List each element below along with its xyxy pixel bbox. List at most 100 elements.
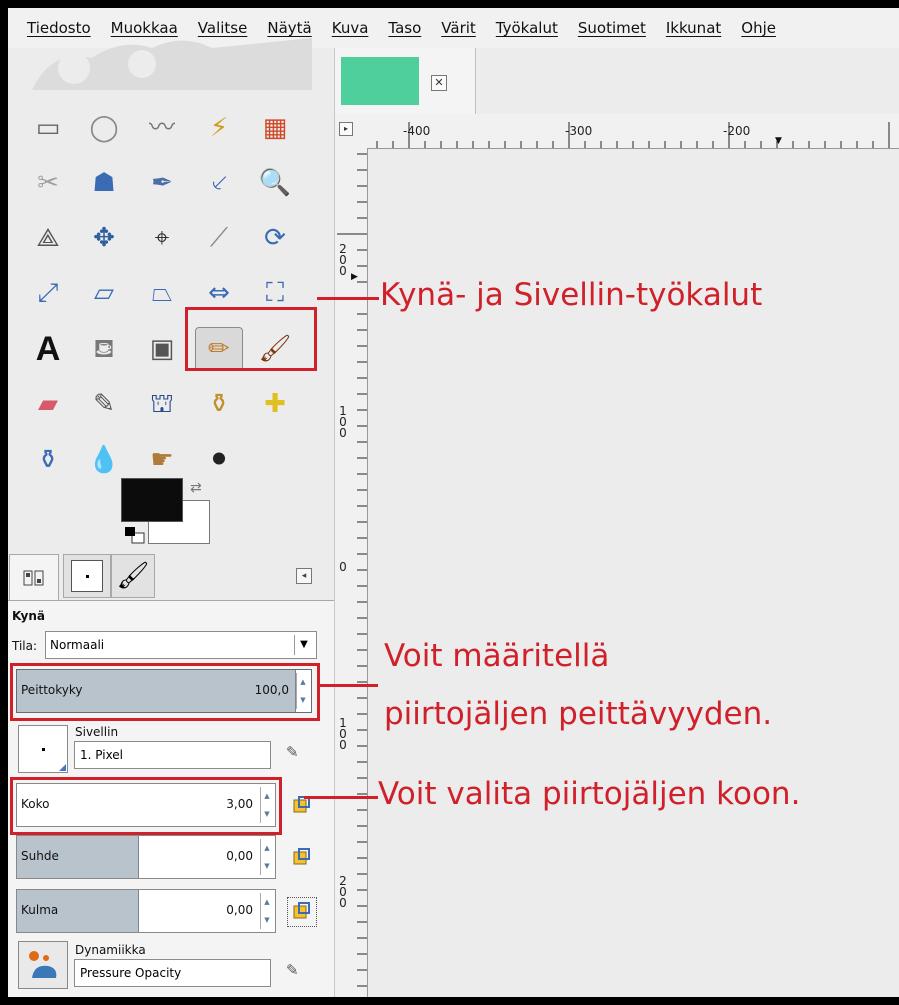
tool-perspective-icon[interactable]: ⏢	[142, 273, 182, 313]
menu-tyokalut[interactable]: Työkalut	[496, 19, 558, 37]
tool-fuzzy-select-icon[interactable]: ⚡	[199, 108, 239, 148]
tool-foreground-select-icon[interactable]: ☗	[84, 163, 124, 203]
toolbox: ▭ ◯ 〰 ⚡ ▦ ✂ ☗ ✒ ⸔ 🔍 ⟁ ✥ ⌖ ⟋ ⟳ ⤢ ▱ ⏢ ⇔ ⛶ A ⛾ ▣ ✏ 🖌 ▰ ✎ ⛫ ⚱ ✚ ⚱ 💧 ☛ ⚫ ⇄	[8, 38, 335, 997]
tool-bucket-fill-icon[interactable]: ⛾	[84, 329, 124, 369]
pointer-position-marker: ▼	[775, 136, 782, 146]
tool-eraser-icon[interactable]: ▰	[28, 384, 68, 424]
tool-heal-icon[interactable]: ✚	[255, 384, 295, 424]
default-colors-icon[interactable]	[124, 526, 146, 544]
dynamics-label: Dynamiikka	[75, 943, 146, 957]
ruler-label: -400	[403, 124, 431, 138]
tool-crop-icon[interactable]: ⟋	[199, 218, 239, 258]
dynamics-name-value: Pressure Opacity	[80, 966, 182, 980]
edit-dynamics-icon[interactable]: ✎	[286, 961, 306, 981]
dynamics-name-field[interactable]: Pressure Opacity	[74, 959, 271, 987]
size-annotation: Voit valita piirtojäljen koon.	[378, 776, 801, 812]
swap-colors-icon[interactable]: ⇄	[190, 480, 202, 496]
menu-taso[interactable]: Taso	[388, 19, 421, 37]
dock-menu-icon[interactable]: ◂	[296, 568, 312, 584]
tool-zoom-icon[interactable]: 🔍	[255, 163, 295, 203]
tool-smudge-icon[interactable]: ☛	[142, 440, 182, 480]
reset-angle-icon[interactable]	[287, 897, 317, 927]
pointer-position-marker: ▶	[351, 272, 358, 282]
tools-annotation: Kynä- ja Sivellin-työkalut	[380, 277, 763, 313]
tool-options-panel: Kynä Tila: Normaali ▼ Peittokyky 100,0 ▲…	[8, 600, 334, 997]
aspect-slider[interactable]: Suhde 0,00 ▲ ▼	[16, 835, 276, 879]
tab-tool-options[interactable]	[9, 554, 59, 600]
close-icon[interactable]: ✕	[431, 75, 447, 91]
horizontal-ruler[interactable]: ▸ -400 -300 -200 ▼	[335, 114, 899, 149]
dynamics-icon	[29, 951, 57, 978]
tool-scale-icon[interactable]: ⤢	[28, 273, 68, 313]
menu-tiedosto[interactable]: Tiedosto	[27, 19, 91, 37]
menu-ikkunat[interactable]: Ikkunat	[666, 19, 721, 37]
size-callout-line	[304, 796, 378, 799]
brush-name-value: 1. Pixel	[80, 748, 124, 762]
ruler-label: 200	[339, 874, 347, 910]
brush-corner-icon	[59, 764, 66, 771]
tab-paintbrush-icon[interactable]: 🖌	[111, 554, 155, 598]
angle-value: 0,00	[226, 903, 253, 917]
tool-blend-icon[interactable]: ▣	[142, 329, 182, 369]
angle-slider[interactable]: Kulma 0,00 ▲ ▼	[16, 889, 276, 933]
tool-dodge-burn-icon[interactable]: ⚫	[199, 440, 239, 480]
menu-varit[interactable]: Värit	[441, 19, 476, 37]
tool-clone-icon[interactable]: ⚱	[199, 384, 239, 424]
menu-ohje[interactable]: Ohje	[741, 19, 776, 37]
menu-valitse[interactable]: Valitse	[198, 19, 248, 37]
tab-brushes[interactable]	[63, 554, 111, 598]
tool-blur-sharpen-icon[interactable]: 💧	[84, 440, 124, 480]
tool-ellipse-select-icon[interactable]: ◯	[84, 108, 124, 148]
image-thumbnail	[341, 57, 419, 105]
opacity-annotation-line1: Voit määritellä	[384, 638, 610, 674]
tool-rotate-icon[interactable]: ⟳	[255, 218, 295, 258]
ruler-label: 200	[339, 242, 347, 278]
tool-options-title: Kynä	[12, 609, 45, 623]
tool-free-select-icon[interactable]: 〰	[142, 108, 182, 148]
tool-shear-icon[interactable]: ▱	[84, 273, 124, 313]
menu-muokkaa[interactable]: Muokkaa	[111, 19, 178, 37]
tool-scissors-select-icon[interactable]: ✂	[28, 163, 68, 203]
tool-airbrush-icon[interactable]: ✎	[84, 384, 124, 424]
ruler-label: -200	[723, 124, 751, 138]
tool-color-select-icon[interactable]: ▦	[255, 108, 295, 148]
brush-dot-icon	[41, 747, 45, 751]
vertical-ruler[interactable]: 200 ▶ 100 0 100 200	[335, 148, 368, 997]
tool-perspective-clone-icon[interactable]: ⚱	[28, 440, 68, 480]
opacity-annotation-line2: piirtojäljen peittävyyden.	[384, 696, 773, 732]
brush-preview-button[interactable]	[18, 725, 68, 773]
tool-align-icon[interactable]: ⌖	[142, 218, 182, 258]
aspect-spinner[interactable]: ▲ ▼	[260, 839, 273, 875]
ruler-label: 100	[339, 716, 347, 752]
angle-label: Kulma	[21, 903, 59, 917]
tool-move-icon[interactable]: ✥	[84, 218, 124, 258]
edit-brush-icon[interactable]: ✎	[286, 743, 306, 763]
ruler-label: 100	[339, 404, 347, 440]
angle-spinner[interactable]: ▲ ▼	[260, 893, 273, 929]
dock-tabs: 🖌 ◂	[8, 554, 334, 600]
aspect-label: Suhde	[21, 849, 59, 863]
brush-label: Sivellin	[75, 725, 119, 739]
menu-nayta[interactable]: Näytä	[267, 19, 311, 37]
aspect-value: 0,00	[226, 849, 253, 863]
paintbrush-tab-icon: 🖌	[116, 561, 150, 591]
menu-suotimet[interactable]: Suotimet	[578, 19, 646, 37]
menu-kuva[interactable]: Kuva	[332, 19, 369, 37]
tools-callout-line	[317, 297, 379, 300]
chevron-down-icon: ▼	[294, 635, 313, 655]
reset-aspect-icon[interactable]	[291, 847, 313, 869]
tool-measure-icon[interactable]: ⟁	[28, 218, 68, 258]
dynamics-button[interactable]	[18, 941, 68, 989]
opacity-callout-line	[320, 684, 378, 687]
tool-color-picker-icon[interactable]: ⸔	[199, 163, 239, 203]
mode-select[interactable]: Normaali ▼	[45, 631, 317, 659]
foreground-color-swatch[interactable]	[121, 478, 183, 522]
brush-name-field[interactable]: 1. Pixel	[74, 741, 271, 769]
size-highlight-box	[10, 777, 282, 835]
tool-paths-icon[interactable]: ✒	[142, 163, 182, 203]
image-tab[interactable]: ✕	[335, 48, 476, 114]
gimp-window: Tiedosto Muokkaa Valitse Näytä Kuva Taso…	[8, 8, 899, 997]
tool-text-icon[interactable]: A	[28, 329, 68, 369]
tool-rect-select-icon[interactable]: ▭	[28, 108, 68, 148]
tool-ink-icon[interactable]: ⛫	[142, 384, 182, 424]
